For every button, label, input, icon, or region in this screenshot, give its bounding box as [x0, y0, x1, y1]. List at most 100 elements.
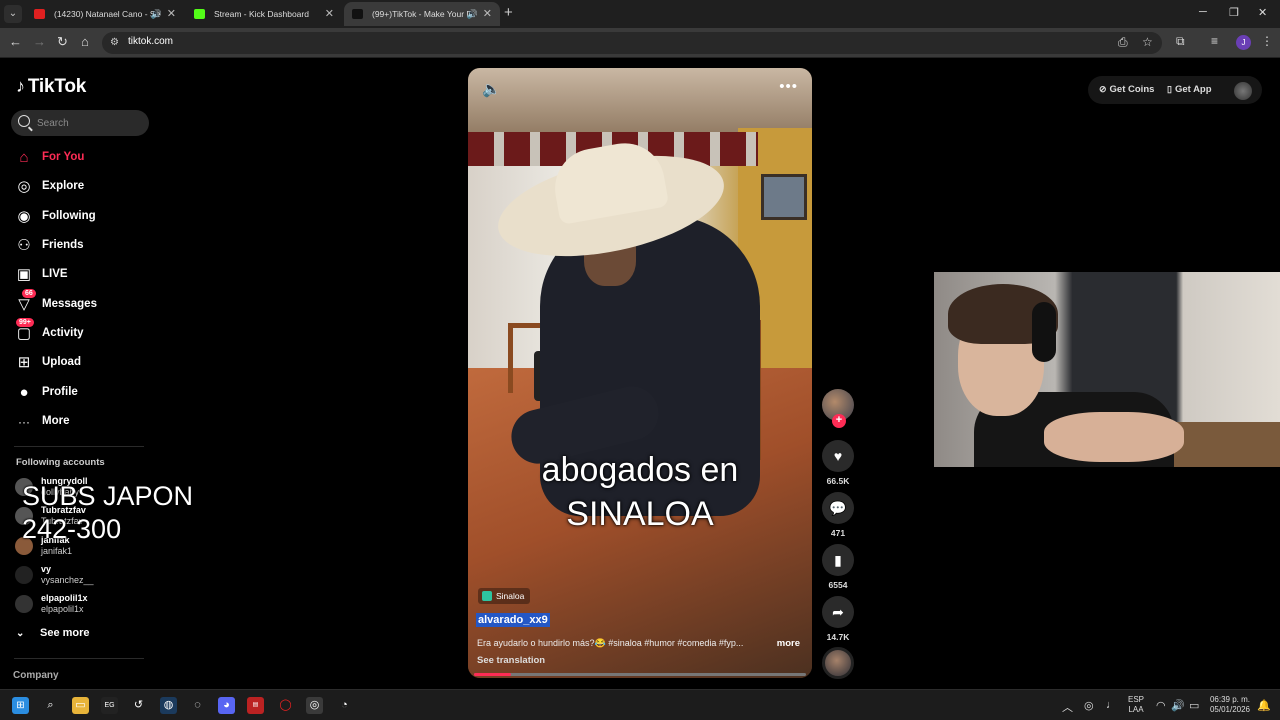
- restore-icon[interactable]: ❐: [1229, 6, 1239, 19]
- obs-icon[interactable]: ◔: [336, 697, 353, 714]
- description-more-link[interactable]: more: [777, 638, 800, 649]
- app-icon[interactable]: ↺: [130, 697, 147, 714]
- home-icon[interactable]: ⌂: [81, 34, 89, 49]
- search-icon[interactable]: ⌕: [42, 697, 59, 714]
- tray-app-icon[interactable]: ◎: [1084, 699, 1094, 712]
- more-icon: ···: [18, 415, 30, 429]
- microphone-icon[interactable]: ♩: [1106, 699, 1117, 711]
- close-tab-icon[interactable]: ✕: [167, 2, 176, 26]
- close-tab-icon[interactable]: ✕: [483, 2, 492, 26]
- browser-menu-icon[interactable]: ⋮: [1261, 34, 1273, 48]
- close-tab-icon[interactable]: ✕: [325, 2, 334, 26]
- notification-bell-icon[interactable]: 🔔: [1257, 699, 1271, 712]
- video-author[interactable]: alvarado_xx9: [476, 613, 550, 627]
- chrome-icon[interactable]: ◎: [306, 697, 323, 714]
- url-text: tiktok.com: [128, 36, 174, 47]
- extensions-icon[interactable]: ⧉: [1176, 34, 1185, 49]
- see-more-button[interactable]: ⌄ See more: [16, 627, 90, 639]
- epic-games-icon[interactable]: EG: [101, 697, 118, 714]
- speaker-icon[interactable]: 🔊: [467, 2, 478, 26]
- new-tab-button[interactable]: +: [504, 4, 513, 21]
- video-progress-bar[interactable]: [474, 673, 806, 676]
- share-button[interactable]: ➦ 14.7K: [822, 596, 854, 642]
- see-translation-link[interactable]: See translation: [477, 655, 545, 666]
- get-app-button[interactable]: ▯ Get App: [1167, 84, 1212, 95]
- reading-list-icon[interactable]: ≡: [1211, 34, 1218, 48]
- location-tag[interactable]: Sinaloa: [478, 588, 531, 604]
- nav-upload[interactable]: ⊞ Upload: [14, 351, 144, 375]
- video-caption: abogados en SINALOA: [468, 448, 812, 536]
- heart-icon[interactable]: ♥: [822, 440, 854, 472]
- video-player[interactable]: 🔈 ••• abogados en SINALOA Sinaloa alvara…: [468, 68, 812, 678]
- nav-messages[interactable]: ▽ 66 Messages: [14, 289, 144, 317]
- search-input[interactable]: [37, 114, 142, 132]
- language-indicator[interactable]: ESP LAA: [1126, 695, 1146, 715]
- bookmark-star-icon[interactable]: ☆: [1142, 35, 1153, 49]
- follow-plus-icon[interactable]: +: [832, 414, 846, 428]
- install-app-icon[interactable]: ⎙: [1118, 35, 1128, 50]
- company-link[interactable]: Company: [13, 670, 59, 681]
- back-icon[interactable]: ←: [9, 34, 22, 49]
- tab-title: (14230) Natanael Cano - Se: [54, 9, 161, 19]
- discord-icon[interactable]: ◕: [218, 697, 235, 714]
- get-app-label: Get App: [1174, 84, 1212, 95]
- app-icon[interactable]: ▤: [247, 697, 264, 714]
- save-button[interactable]: ▮ 6554: [822, 544, 854, 590]
- tiktok-note-icon: ♪: [16, 76, 25, 96]
- nav-live[interactable]: ▣ LIVE: [14, 263, 144, 287]
- comment-button[interactable]: 💬 471: [822, 492, 854, 538]
- browser-tab-kick[interactable]: Stream - Kick Dashboard ✕: [186, 2, 342, 26]
- nav-explore[interactable]: ◎ Explore: [14, 175, 144, 199]
- file-explorer-icon[interactable]: ▭: [72, 697, 89, 714]
- forward-icon[interactable]: →: [33, 34, 46, 49]
- url-bar[interactable]: ⚙ tiktok.com ⎙ ☆: [102, 32, 1162, 54]
- speaker-icon[interactable]: 🔊: [151, 2, 162, 26]
- tab-search-button[interactable]: ⌄: [4, 5, 22, 23]
- more-options-icon[interactable]: •••: [779, 78, 798, 95]
- opera-icon[interactable]: ◯: [277, 697, 294, 714]
- steam-icon[interactable]: ◍: [160, 697, 177, 714]
- browser-profile-avatar[interactable]: J: [1236, 35, 1251, 50]
- minimize-icon[interactable]: ─: [1199, 6, 1207, 18]
- nav-more[interactable]: ··· More: [14, 410, 144, 434]
- nav-profile[interactable]: ● Profile: [14, 381, 144, 405]
- browser-tab-youtube[interactable]: (14230) Natanael Cano - Se 🔊 ✕: [26, 2, 184, 26]
- volume-icon[interactable]: 🔊: [1171, 699, 1185, 712]
- volume-icon[interactable]: 🔈: [482, 80, 501, 98]
- tray-chevron-icon[interactable]: ︿: [1062, 699, 1073, 715]
- nav-for-you[interactable]: ⌂ For You: [14, 146, 144, 170]
- following-account[interactable]: vy vysanchez__: [15, 564, 155, 592]
- following-account[interactable]: elpapolil1x elpapolil1x: [15, 593, 155, 621]
- tiktok-logo[interactable]: ♪ TikTok: [16, 76, 86, 98]
- windows-start-icon[interactable]: ⊞: [12, 697, 29, 714]
- tiktok-favicon-icon: [352, 9, 363, 19]
- nav-friends[interactable]: ⚇ Friends: [14, 234, 144, 258]
- close-window-icon[interactable]: ✕: [1258, 6, 1267, 19]
- reload-icon[interactable]: ↻: [57, 34, 68, 50]
- webcam-overlay: [934, 272, 1280, 467]
- language-code: ESP: [1127, 695, 1144, 704]
- kick-favicon-icon: [194, 9, 205, 19]
- battery-icon[interactable]: ▭: [1189, 699, 1199, 712]
- comment-icon[interactable]: 💬: [822, 492, 854, 524]
- video-description: Era ayudarlo o hundirlo más?😂 #sinaloa #…: [477, 638, 744, 648]
- get-coins-button[interactable]: ⊘ Get Coins: [1099, 84, 1154, 95]
- app-icon[interactable]: ◌: [189, 697, 206, 714]
- stream-overlay-text: SUBS JAPON 242-300: [22, 480, 193, 546]
- share-icon[interactable]: ➦: [822, 596, 854, 628]
- avatar: [15, 595, 33, 613]
- tab-title: (99+)TikTok - Make Your D: [372, 9, 473, 19]
- clock[interactable]: 06:39 p. m. 05/01/2026: [1204, 695, 1256, 715]
- nav-following[interactable]: ◉ Following: [14, 205, 144, 229]
- wifi-icon[interactable]: ◠: [1156, 699, 1166, 712]
- activity-badge: 99+: [16, 318, 34, 327]
- site-info-icon[interactable]: ⚙: [110, 37, 119, 48]
- nav-activity[interactable]: ▢ 99+ Activity: [14, 318, 144, 346]
- video-scene: [755, 320, 805, 460]
- bookmark-icon[interactable]: ▮: [822, 544, 854, 576]
- browser-tab-tiktok[interactable]: (99+)TikTok - Make Your D 🔊 ✕: [344, 2, 500, 26]
- search-box[interactable]: [11, 110, 149, 136]
- music-disc-avatar[interactable]: [822, 647, 854, 679]
- user-avatar[interactable]: [1234, 82, 1252, 100]
- like-button[interactable]: ♥ 66.5K: [822, 440, 854, 486]
